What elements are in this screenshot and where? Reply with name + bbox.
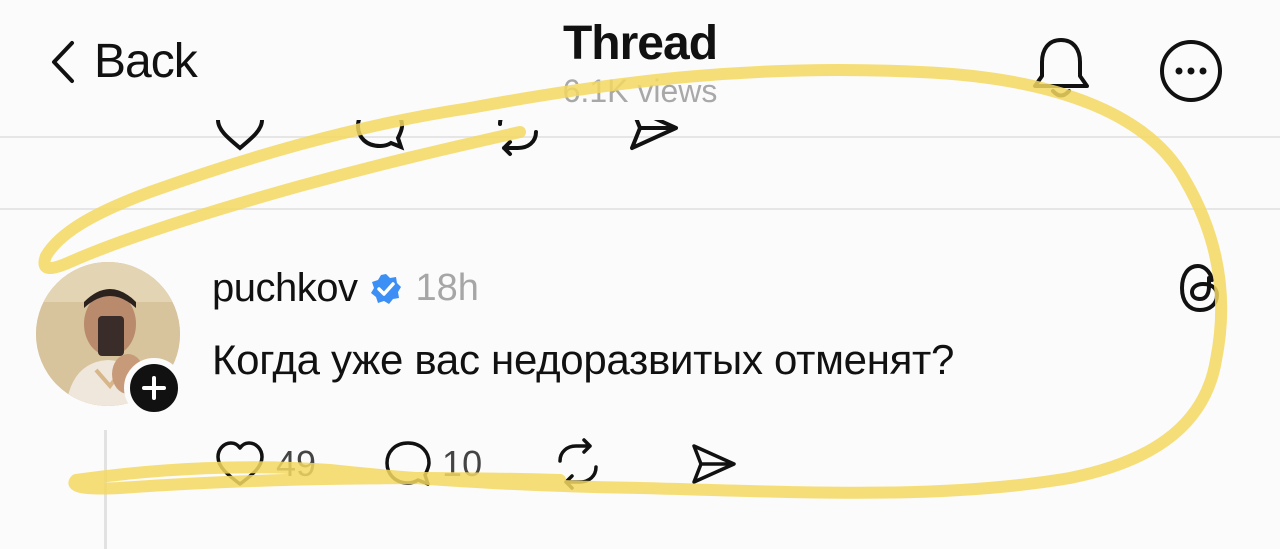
verified-badge-icon — [371, 273, 402, 304]
send-icon — [692, 444, 736, 484]
heart-icon[interactable] — [210, 120, 270, 168]
thread-screen: Back Thread 6.1K views puchkov 18h Когда… — [0, 0, 1280, 549]
follow-button[interactable] — [124, 358, 184, 418]
view-count: 6.1K views — [562, 73, 718, 109]
repost-icon — [558, 438, 598, 490]
post-text: Когда уже вас недоразвитых отменят? — [212, 336, 955, 383]
bell-icon[interactable] — [1026, 34, 1096, 102]
reply-button[interactable]: 10 — [382, 438, 482, 490]
more-icon[interactable] — [1158, 38, 1224, 104]
thread-line — [104, 430, 107, 549]
title-block: Thread 6.1K views — [470, 16, 810, 110]
heart-icon — [216, 441, 264, 486]
previous-post-actions — [200, 120, 720, 168]
back-label: Back — [94, 35, 198, 88]
repost-icon[interactable] — [488, 120, 548, 168]
post-actions: 49 10 — [212, 436, 740, 492]
comment-icon[interactable] — [350, 120, 410, 168]
send-icon[interactable] — [624, 120, 684, 168]
like-button[interactable]: 49 — [212, 438, 316, 490]
like-count: 49 — [276, 443, 317, 484]
plus-icon — [142, 376, 166, 400]
back-button[interactable]: Back — [48, 34, 198, 89]
post-header: puchkov 18h — [212, 266, 479, 311]
reply-count: 10 — [442, 443, 483, 484]
username[interactable]: puchkov — [212, 266, 358, 311]
threads-logo-icon[interactable] — [1176, 260, 1224, 316]
share-button[interactable] — [688, 438, 740, 490]
repost-button[interactable] — [552, 438, 604, 490]
chevron-left-icon — [52, 40, 74, 83]
page-title: Thread — [562, 17, 718, 70]
post-time: 18h — [415, 267, 479, 309]
top-bar: Back Thread 6.1K views — [0, 0, 1280, 140]
comment-icon — [385, 441, 431, 486]
post-divider — [0, 208, 1280, 210]
